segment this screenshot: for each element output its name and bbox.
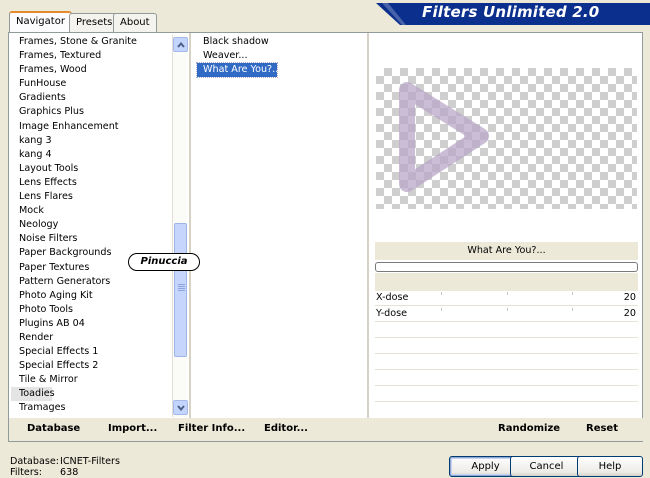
category-item[interactable]: Pattern Generators [11, 275, 171, 289]
param-row-empty [375, 371, 638, 386]
category-item[interactable]: Render [11, 331, 171, 345]
filter-info-button[interactable]: Filter Info... [178, 423, 245, 434]
status-database-label: Database: [10, 456, 60, 467]
category-item[interactable]: Layout Tools [11, 162, 171, 176]
filter-item[interactable]: What Are You?... [196, 62, 281, 78]
category-item[interactable]: Mock [11, 204, 171, 218]
category-item[interactable]: Lens Effects [11, 176, 171, 190]
category-item[interactable]: Toadies [11, 387, 55, 402]
import-button[interactable]: Import... [108, 423, 157, 434]
param-label: X-dose [376, 292, 409, 303]
category-item[interactable]: Tramages [11, 401, 171, 415]
help-button[interactable]: Help [577, 456, 643, 477]
category-item[interactable]: Gradients [11, 91, 171, 105]
param-row-empty [375, 323, 638, 338]
chevron-down-icon [177, 405, 185, 411]
param-row-empty [375, 355, 638, 370]
tab-navigator[interactable]: Navigator [9, 11, 72, 33]
tab-about[interactable]: About [113, 13, 157, 32]
category-item[interactable]: kang 3 [11, 134, 171, 148]
category-item[interactable]: Special Effects 1 [11, 345, 171, 359]
tab-presets[interactable]: Presets [69, 13, 120, 32]
cancel-button[interactable]: Cancel [510, 456, 583, 477]
preview-image [376, 68, 637, 209]
play-shape-icon [399, 82, 489, 192]
param-row-empty [375, 339, 638, 354]
category-item[interactable]: Photo Aging Kit [11, 289, 171, 303]
status-database-value: ICNET-Filters [60, 456, 120, 467]
filter-item[interactable]: Weaver... [197, 49, 365, 63]
pane-divider [367, 33, 369, 418]
filter-name-label: What Are You?... [375, 242, 638, 260]
category-item[interactable]: Graphics Plus [11, 105, 171, 119]
database-button[interactable]: Database [27, 423, 80, 434]
editor-button[interactable]: Editor... [264, 423, 308, 434]
param-value: 20 [623, 308, 636, 319]
reset-button[interactable]: Reset [586, 423, 618, 434]
category-item[interactable]: Photo Tools [11, 303, 171, 317]
category-item[interactable]: Image Enhancement [11, 120, 171, 134]
category-item[interactable]: Plugins AB 04 [11, 317, 171, 331]
status-filters-label: Filters: [10, 467, 42, 478]
randomize-button[interactable]: Randomize [498, 423, 560, 434]
category-item[interactable]: Frames, Stone & Granite [11, 35, 171, 49]
category-item[interactable]: Frames, Wood [11, 63, 171, 77]
progress-bar [375, 262, 638, 272]
scroll-thumb[interactable] [174, 223, 187, 357]
scroll-up-button[interactable] [173, 37, 188, 52]
category-item[interactable]: Neology [11, 218, 171, 232]
scroll-down-button[interactable] [173, 400, 188, 415]
category-item[interactable]: Special Effects 2 [11, 359, 171, 373]
param-row-y-dose[interactable]: Y-dose 20 [375, 307, 638, 322]
param-row-empty [375, 387, 638, 402]
watermark-label: Pinuccia [128, 253, 200, 271]
param-row-x-dose[interactable]: X-dose 20 [375, 291, 638, 306]
filter-list[interactable]: Black shadow Weaver... What Are You?... [196, 35, 365, 78]
parameter-header [375, 273, 638, 291]
status-filters-value: 638 [60, 467, 79, 478]
param-label: Y-dose [376, 308, 408, 319]
chevron-up-icon [177, 42, 185, 48]
list-divider [189, 33, 191, 418]
category-item[interactable]: Noise Filters [11, 232, 171, 246]
category-list[interactable]: Frames, Stone & Granite Frames, Textured F… [11, 35, 171, 417]
category-item[interactable]: Frames, Textured [11, 49, 171, 63]
category-item[interactable]: Lens Flares [11, 190, 171, 204]
param-row-empty [375, 403, 638, 418]
category-item[interactable]: Tile & Mirror [11, 373, 171, 387]
banner-title: Filters Unlimited 2.0 [422, 3, 600, 21]
param-value: 20 [623, 292, 636, 303]
filter-item[interactable]: Black shadow [197, 35, 365, 49]
category-item[interactable]: FunHouse [11, 77, 171, 91]
category-item[interactable]: kang 4 [11, 148, 171, 162]
category-scrollbar[interactable] [172, 35, 188, 417]
